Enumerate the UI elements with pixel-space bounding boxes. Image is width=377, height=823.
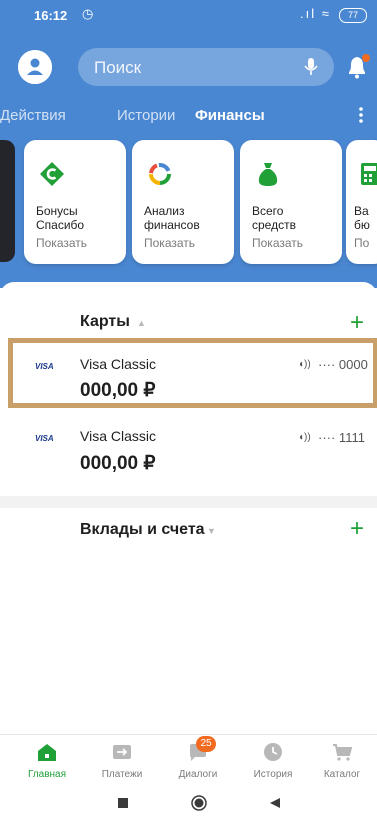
home-icon — [38, 744, 56, 761]
search-placeholder: Поиск — [94, 58, 142, 77]
nav-label: Платежи — [101, 769, 143, 780]
quick-card-total[interactable]: Всего средств Показать — [240, 140, 342, 264]
contactless-icon: ◖)) — [298, 432, 311, 443]
add-deposit-button[interactable]: + — [350, 517, 364, 541]
signal-wifi-icon: .ıl ≈ — [300, 6, 331, 21]
recents-icon[interactable] — [117, 797, 129, 809]
card-number: ···· 1111 — [318, 430, 365, 445]
user-icon — [18, 50, 52, 84]
status-time: 16:12 — [34, 8, 68, 23]
quick-card-budget[interactable]: Ва бю По — [346, 140, 377, 264]
add-card-button[interactable]: + — [350, 311, 364, 335]
search-bar[interactable]: Поиск — [78, 48, 334, 86]
spasibo-icon — [40, 162, 64, 186]
tab-actions[interactable]: Действия — [0, 107, 66, 124]
calculator-icon — [361, 163, 377, 185]
section-divider — [0, 496, 377, 508]
home-system-icon[interactable] — [191, 795, 207, 811]
nav-label: Каталог — [323, 769, 361, 780]
quick-card-action: Показать — [144, 236, 196, 250]
profile-avatar[interactable] — [18, 50, 52, 84]
deposits-section-title[interactable]: Вклады и счета — [80, 521, 205, 539]
nav-label: История — [253, 769, 293, 780]
notifications-button[interactable] — [346, 52, 372, 84]
quick-card-title: Всего средств — [252, 204, 296, 232]
quick-card-title: Бонусы Спасибо — [36, 204, 85, 232]
bell-icon — [349, 54, 370, 79]
status-bar: 16:12 ◷ .ıl ≈ 77 — [0, 0, 377, 30]
payments-icon — [113, 745, 131, 759]
quick-card-action: Показать — [36, 236, 88, 250]
selection-highlight — [8, 338, 377, 408]
history-icon — [264, 743, 282, 761]
tab-stories[interactable]: Истории — [117, 107, 175, 124]
partial-card-left[interactable] — [0, 140, 15, 262]
visa-logo-icon: VISA — [35, 434, 54, 443]
nav-label: Диалоги — [178, 769, 218, 780]
quick-card-analysis[interactable]: Анализ финансов Показать — [132, 140, 234, 264]
nav-history[interactable]: История — [238, 741, 308, 780]
tab-finances[interactable]: Финансы — [195, 107, 265, 124]
nav-home[interactable]: Главная — [12, 741, 82, 780]
money-bag-icon — [258, 163, 278, 186]
quick-card-title: Ва бю — [354, 204, 370, 232]
battery-icon: 77 — [339, 8, 367, 23]
bottom-nav: Главная Платежи Диалоги История Каталог — [0, 734, 377, 787]
cards-section-title[interactable]: Карты — [80, 313, 130, 331]
nav-payments[interactable]: Платежи — [87, 741, 157, 780]
nav-catalog[interactable]: Каталог — [307, 741, 377, 780]
quick-card-action: По — [354, 236, 370, 250]
card-name: Visa Classic — [80, 428, 156, 444]
alarm-icon: ◷ — [82, 6, 94, 21]
quick-card-title: Анализ финансов — [144, 204, 200, 232]
quick-card-action: Показать — [252, 236, 304, 250]
expand-caret-icon[interactable]: ▼ — [207, 526, 216, 536]
quick-card-bonuses[interactable]: Бонусы Спасибо Показать — [24, 140, 126, 264]
analytics-icon — [149, 163, 171, 185]
nav-label: Главная — [27, 769, 67, 780]
system-nav-bar — [0, 786, 377, 823]
microphone-icon[interactable] — [304, 57, 318, 77]
catalog-icon — [333, 744, 353, 761]
card-balance: 000,00 ₽ — [80, 453, 156, 474]
more-vertical-icon[interactable] — [354, 104, 368, 126]
top-tabs: Действия Истории Финансы — [0, 102, 377, 130]
collapse-caret-icon[interactable]: ▲ — [137, 318, 146, 328]
dialogs-badge: 25 — [196, 736, 216, 752]
back-icon[interactable] — [269, 797, 281, 809]
